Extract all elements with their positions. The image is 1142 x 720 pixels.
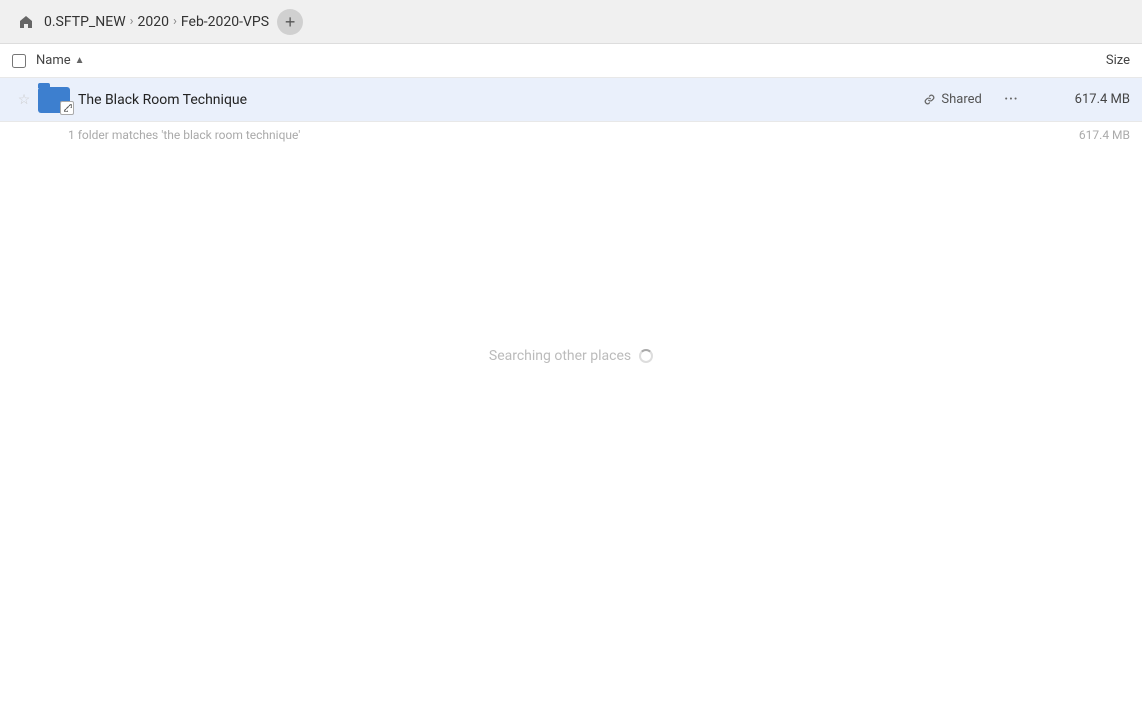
spinner-icon bbox=[639, 349, 653, 363]
sort-arrow-icon: ▲ bbox=[75, 55, 85, 66]
name-label: Name bbox=[36, 53, 71, 68]
table-row[interactable]: ☆ The Black Room Technique Shared bbox=[0, 78, 1142, 122]
file-name: The Black Room Technique bbox=[78, 92, 923, 108]
app-container: 0.SFTP_NEW › 2020 › Feb-2020-VPS + Name … bbox=[0, 0, 1142, 720]
breadcrumb-item-2020[interactable]: 2020 bbox=[138, 14, 169, 30]
size-column-header[interactable]: Size bbox=[1030, 53, 1130, 68]
link-badge-icon bbox=[60, 101, 74, 115]
name-column-header[interactable]: Name ▲ bbox=[36, 53, 1030, 68]
summary-text: 1 folder matches 'the black room techniq… bbox=[68, 128, 1040, 142]
searching-section: Searching other places bbox=[0, 348, 1142, 364]
select-all-checkbox[interactable] bbox=[12, 54, 36, 68]
add-breadcrumb-button[interactable]: + bbox=[277, 9, 303, 35]
folder-linked-icon bbox=[38, 87, 70, 113]
select-all-input[interactable] bbox=[12, 54, 26, 68]
breadcrumb-sep-0: › bbox=[130, 14, 134, 29]
searching-text: Searching other places bbox=[489, 348, 653, 364]
shared-status: Shared bbox=[923, 92, 981, 107]
toolbar: 0.SFTP_NEW › 2020 › Feb-2020-VPS + bbox=[0, 0, 1142, 44]
breadcrumb-item-sftp[interactable]: 0.SFTP_NEW bbox=[44, 14, 126, 30]
file-list: ☆ The Black Room Technique Shared bbox=[0, 78, 1142, 720]
summary-size: 617.4 MB bbox=[1040, 128, 1130, 142]
home-button[interactable] bbox=[12, 8, 40, 36]
column-header: Name ▲ Size bbox=[0, 44, 1142, 78]
more-options-button[interactable]: ··· bbox=[998, 85, 1024, 114]
searching-label: Searching other places bbox=[489, 348, 631, 364]
breadcrumb-item-feb[interactable]: Feb-2020-VPS bbox=[181, 14, 269, 30]
shared-label: Shared bbox=[941, 92, 981, 107]
breadcrumb: 0.SFTP_NEW › 2020 › Feb-2020-VPS bbox=[44, 14, 269, 30]
file-icon-col bbox=[36, 87, 72, 113]
link-icon bbox=[923, 93, 936, 106]
summary-row: 1 folder matches 'the black room techniq… bbox=[0, 122, 1142, 148]
breadcrumb-sep-1: › bbox=[173, 14, 177, 29]
star-icon[interactable]: ☆ bbox=[12, 92, 36, 108]
file-size: 617.4 MB bbox=[1040, 92, 1130, 107]
